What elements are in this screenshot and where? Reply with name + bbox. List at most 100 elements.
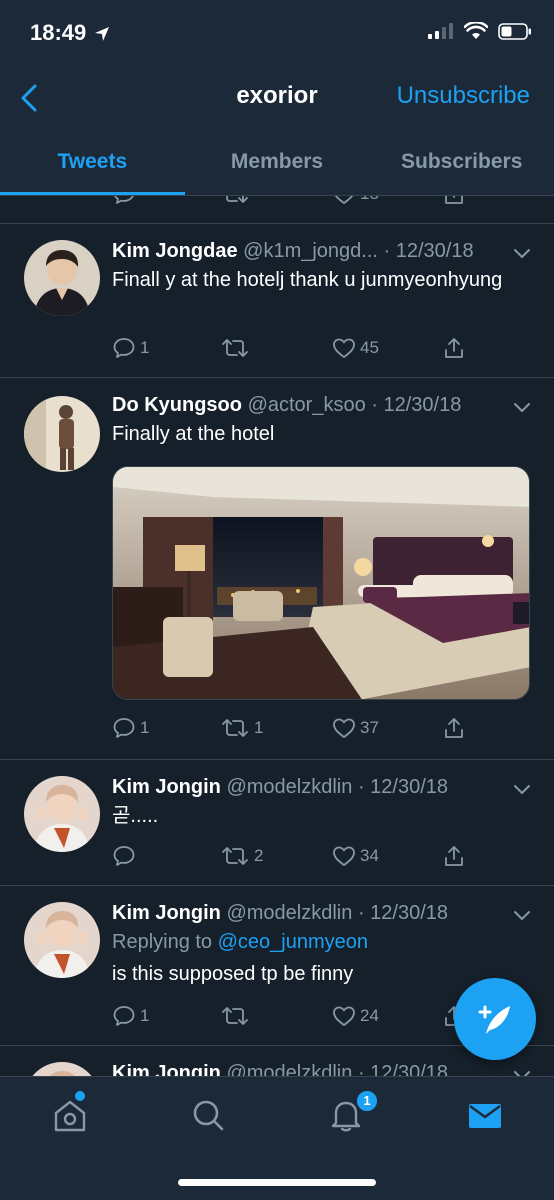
home-icon[interactable] bbox=[50, 1095, 90, 1135]
battery-icon bbox=[498, 22, 531, 40]
like-button[interactable]: 18 bbox=[332, 196, 379, 206]
share-icon bbox=[445, 718, 463, 738]
share-icon bbox=[445, 338, 463, 358]
reply-button[interactable] bbox=[112, 844, 140, 868]
back-chevron-icon[interactable] bbox=[14, 82, 46, 114]
author-name[interactable]: Kim Jongin bbox=[112, 902, 221, 924]
like-button[interactable]: 24 bbox=[332, 1004, 379, 1028]
retweet-button[interactable] bbox=[220, 1004, 254, 1028]
avatar[interactable] bbox=[24, 1062, 100, 1076]
tab-tweets[interactable]: Tweets bbox=[0, 126, 185, 195]
replying-to-line: Replying to @ceo_junmyeon bbox=[112, 928, 524, 957]
like-button[interactable]: 34 bbox=[332, 844, 379, 868]
replying-to-label: Replying to bbox=[112, 931, 213, 953]
tweet-item[interactable]: Kim Jongdae @k1m_jongd... · 12/30/18 Fin… bbox=[0, 224, 554, 378]
author-name[interactable]: Kim Jongdae bbox=[112, 240, 238, 262]
nav-bar: exorior Unsubscribe bbox=[0, 70, 554, 126]
tweet-header: Kim Jongin @modelzkdlin · 12/30/18 bbox=[112, 900, 514, 926]
like-count: 18 bbox=[360, 196, 379, 204]
chevron-down-icon[interactable] bbox=[512, 1068, 532, 1076]
heart-icon bbox=[333, 718, 355, 738]
chevron-down-icon[interactable] bbox=[512, 400, 532, 414]
home-unread-dot bbox=[75, 1091, 85, 1101]
retweet-icon bbox=[222, 719, 248, 737]
like-count: 37 bbox=[360, 718, 379, 737]
replying-to-link[interactable]: @ceo_junmyeon bbox=[218, 931, 368, 953]
reply-count: 1 bbox=[140, 718, 150, 737]
reply-icon bbox=[113, 1006, 135, 1026]
status-indicators bbox=[428, 22, 532, 40]
wifi-icon bbox=[464, 22, 488, 39]
heart-icon bbox=[333, 338, 355, 358]
share-icon bbox=[445, 196, 463, 204]
share-button[interactable] bbox=[442, 196, 466, 206]
reply-icon bbox=[113, 846, 135, 866]
tweet-actions: 18 bbox=[112, 196, 512, 212]
reply-icon bbox=[113, 718, 135, 738]
tab-members[interactable]: Members bbox=[185, 126, 370, 195]
avatar[interactable] bbox=[24, 776, 100, 852]
heart-icon bbox=[333, 1006, 355, 1026]
reply-icon bbox=[114, 196, 134, 204]
author-name[interactable]: Kim Jongin bbox=[112, 1062, 221, 1076]
tweet-text: Finally at the hotel bbox=[112, 423, 275, 445]
unsubscribe-button[interactable]: Unsubscribe bbox=[397, 82, 530, 110]
like-button[interactable]: 45 bbox=[332, 336, 379, 360]
tweet-actions: 1 45 bbox=[112, 336, 512, 366]
retweet-count: 1 bbox=[254, 718, 264, 737]
reply-button[interactable]: 1 bbox=[112, 1004, 149, 1028]
messages-icon[interactable] bbox=[465, 1095, 505, 1135]
tweet-partial[interactable]: 18 bbox=[0, 196, 554, 224]
search-icon[interactable] bbox=[188, 1095, 228, 1135]
chevron-down-icon[interactable] bbox=[512, 782, 532, 796]
avatar[interactable] bbox=[24, 240, 100, 316]
retweet-icon bbox=[222, 847, 248, 865]
tweet-actions: 1 24 bbox=[112, 1004, 512, 1034]
reply-button[interactable] bbox=[112, 196, 136, 206]
tweet-date: · 12/30/18 bbox=[383, 240, 474, 262]
chevron-down-icon[interactable] bbox=[512, 908, 532, 922]
reply-button[interactable]: 1 bbox=[112, 336, 149, 360]
author-handle: @modelzkdlin bbox=[226, 776, 353, 798]
author-name[interactable]: Do Kyungsoo bbox=[112, 394, 242, 416]
like-button[interactable]: 37 bbox=[332, 716, 379, 740]
avatar[interactable] bbox=[24, 396, 100, 472]
tweet-actions: 2 34 bbox=[112, 844, 512, 874]
notification-badge: 1 bbox=[355, 1089, 379, 1113]
author-handle: @actor_ksoo bbox=[247, 394, 366, 416]
chevron-down-icon[interactable] bbox=[512, 246, 532, 260]
tweet-item[interactable]: Do Kyungsoo @actor_ksoo · 12/30/18 Final… bbox=[0, 378, 554, 760]
tweet-feed[interactable]: 18 Kim Jongdae @k1m_jongd... · 12/30/18 … bbox=[0, 196, 554, 1076]
home-indicator[interactable] bbox=[178, 1179, 376, 1186]
retweet-button[interactable]: 2 bbox=[220, 844, 263, 868]
retweet-icon bbox=[222, 1007, 248, 1025]
retweet-button[interactable]: 1 bbox=[220, 716, 263, 740]
tweet-text: 곧..... bbox=[112, 805, 159, 827]
reply-count: 1 bbox=[140, 338, 150, 357]
reply-button[interactable]: 1 bbox=[112, 716, 149, 740]
retweet-button[interactable] bbox=[220, 336, 254, 360]
tweet-item[interactable]: Kim Jongin @modelzkdlin · 12/30/18 곧....… bbox=[0, 760, 554, 886]
share-button[interactable] bbox=[442, 336, 466, 360]
tweet-photo[interactable] bbox=[112, 466, 530, 700]
location-arrow-icon bbox=[95, 27, 109, 41]
author-handle: @modelzkdlin bbox=[226, 902, 353, 924]
compose-tweet-button[interactable] bbox=[454, 978, 536, 1060]
tweet-text: is this supposed tp be finny bbox=[112, 963, 354, 985]
retweet-icon bbox=[226, 196, 248, 203]
tweet-header: Kim Jongdae @k1m_jongd... · 12/30/18 bbox=[112, 238, 514, 264]
share-icon bbox=[445, 846, 463, 866]
share-button[interactable] bbox=[442, 716, 466, 740]
retweet-button[interactable] bbox=[220, 196, 250, 206]
retweet-icon bbox=[222, 339, 248, 357]
avatar[interactable] bbox=[24, 902, 100, 978]
status-bar: 18:49 bbox=[0, 0, 554, 70]
tweet-text: Finall y at the hotelj thank u junmyeonh… bbox=[112, 269, 503, 291]
heart-icon bbox=[333, 846, 355, 866]
tab-bar: Tweets Members Subscribers bbox=[0, 126, 554, 196]
tweet-header: Kim Jongin @modelzkdlin · 12/30/18 bbox=[112, 1060, 514, 1076]
author-name[interactable]: Kim Jongin bbox=[112, 776, 221, 798]
share-button[interactable] bbox=[442, 844, 466, 868]
tab-subscribers[interactable]: Subscribers bbox=[369, 126, 554, 195]
tweet-header: Kim Jongin @modelzkdlin · 12/30/18 bbox=[112, 774, 514, 800]
